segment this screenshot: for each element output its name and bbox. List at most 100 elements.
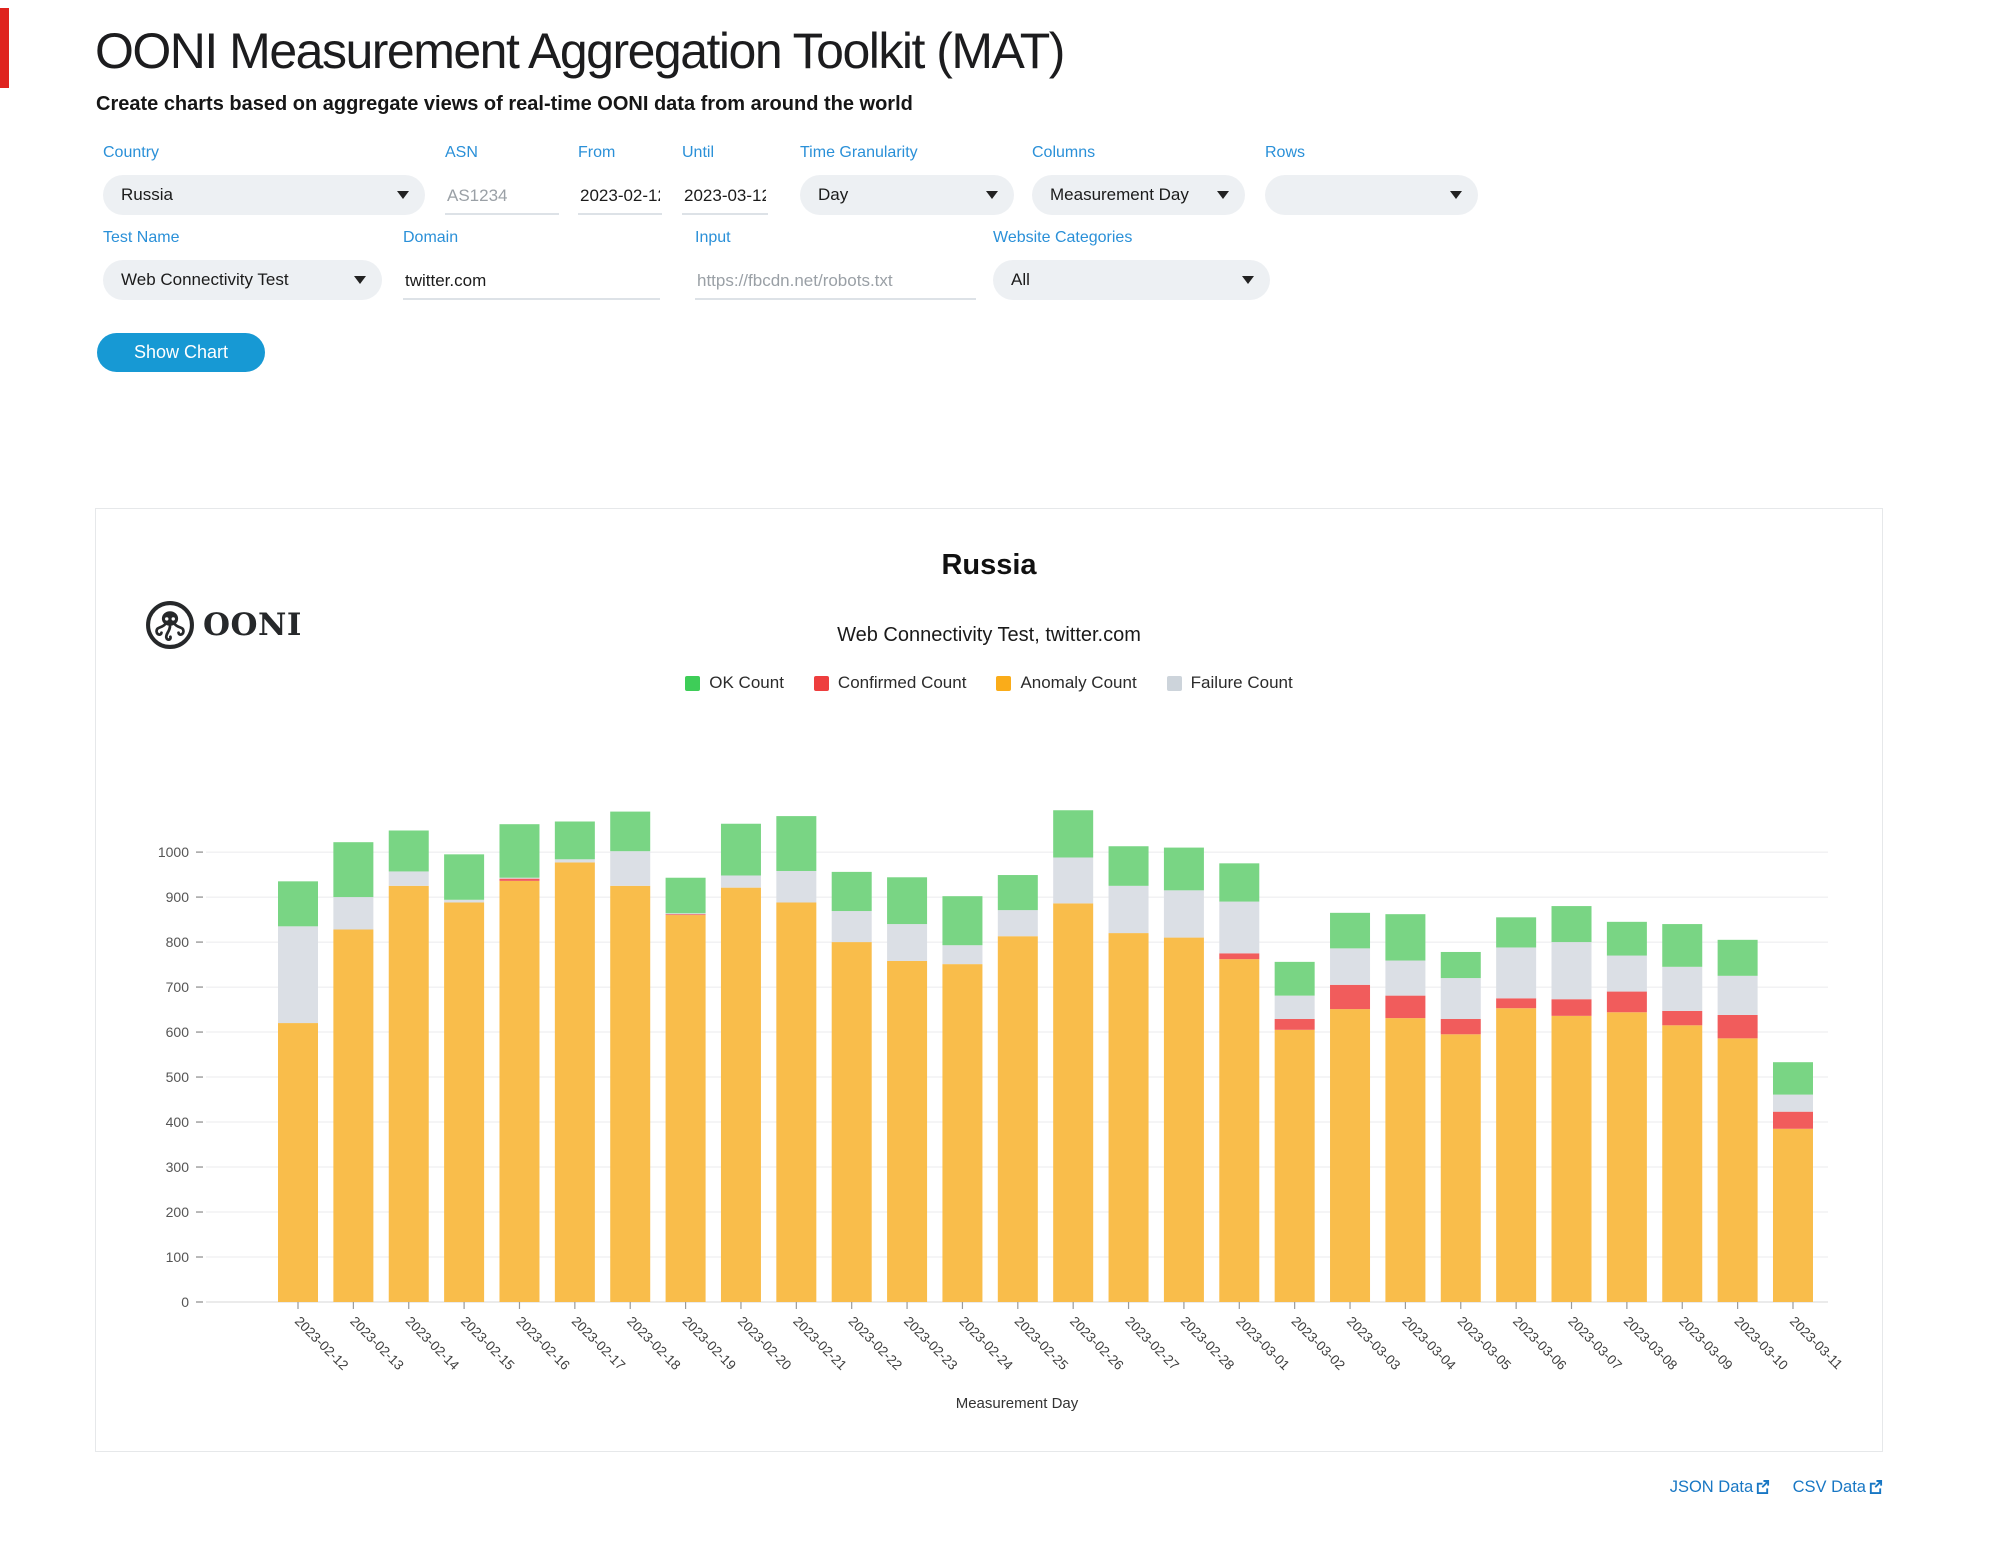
bar-segment[interactable]: [887, 924, 927, 961]
legend-item-ok[interactable]: OK Count: [685, 673, 784, 693]
country-select[interactable]: Russia: [103, 175, 425, 215]
bar-segment[interactable]: [1330, 1009, 1370, 1302]
bar-segment[interactable]: [333, 842, 373, 897]
bar-segment[interactable]: [832, 872, 872, 911]
bar-segment[interactable]: [389, 830, 429, 871]
columns-select[interactable]: Measurement Day: [1032, 175, 1245, 215]
bar-segment[interactable]: [1552, 999, 1592, 1016]
asn-input[interactable]: [445, 175, 559, 215]
bar-segment[interactable]: [1773, 1112, 1813, 1129]
bar-segment[interactable]: [333, 929, 373, 1302]
bar-segment[interactable]: [1607, 1012, 1647, 1302]
bar-segment[interactable]: [1219, 863, 1259, 901]
bar-segment[interactable]: [666, 878, 706, 914]
bar-segment[interactable]: [1330, 948, 1370, 984]
bar-segment[interactable]: [998, 936, 1038, 1302]
bar-segment[interactable]: [499, 881, 539, 1302]
bar-segment[interactable]: [666, 913, 706, 914]
bar-segment[interactable]: [333, 897, 373, 929]
bar-segment[interactable]: [1275, 996, 1315, 1019]
bar-segment[interactable]: [721, 824, 761, 876]
bar-segment[interactable]: [1275, 1030, 1315, 1302]
bar-segment[interactable]: [1552, 942, 1592, 999]
bar-segment[interactable]: [1164, 890, 1204, 937]
bar-segment[interactable]: [887, 877, 927, 924]
bar-segment[interactable]: [1385, 914, 1425, 960]
bar-segment[interactable]: [1275, 962, 1315, 996]
bar-segment[interactable]: [1053, 857, 1093, 903]
bar-segment[interactable]: [776, 902, 816, 1302]
legend-item-failure[interactable]: Failure Count: [1167, 673, 1293, 693]
bar-segment[interactable]: [555, 859, 595, 862]
bar-segment[interactable]: [1773, 1062, 1813, 1094]
bar-segment[interactable]: [499, 824, 539, 878]
bar-segment[interactable]: [832, 942, 872, 1302]
bar-segment[interactable]: [1219, 902, 1259, 954]
bar-segment[interactable]: [1441, 952, 1481, 978]
csv-data-link[interactable]: CSV Data: [1793, 1478, 1883, 1496]
bar-segment[interactable]: [942, 896, 982, 945]
bar-segment[interactable]: [1219, 953, 1259, 959]
bar-segment[interactable]: [1053, 903, 1093, 1302]
bar-segment[interactable]: [1330, 985, 1370, 1009]
bar-segment[interactable]: [1109, 886, 1149, 933]
bar-segment[interactable]: [998, 910, 1038, 936]
bar-segment[interactable]: [1219, 959, 1259, 1302]
bar-segment[interactable]: [499, 879, 539, 881]
bar-segment[interactable]: [1662, 924, 1702, 967]
bar-segment[interactable]: [1441, 1019, 1481, 1034]
bar-segment[interactable]: [1385, 996, 1425, 1018]
bar-segment[interactable]: [721, 888, 761, 1302]
bar-segment[interactable]: [1607, 992, 1647, 1013]
bar-segment[interactable]: [776, 871, 816, 902]
bar-segment[interactable]: [444, 900, 484, 903]
bar-segment[interactable]: [1718, 940, 1758, 976]
bar-segment[interactable]: [1496, 998, 1536, 1008]
bar-segment[interactable]: [1607, 922, 1647, 956]
bar-segment[interactable]: [666, 914, 706, 915]
json-data-link[interactable]: JSON Data: [1670, 1478, 1770, 1496]
bar-segment[interactable]: [1496, 917, 1536, 947]
from-date-input[interactable]: [578, 175, 662, 215]
bar-segment[interactable]: [1718, 976, 1758, 1015]
bar-segment[interactable]: [389, 871, 429, 885]
until-date-input[interactable]: [682, 175, 768, 215]
domain-input[interactable]: [403, 260, 660, 300]
bar-segment[interactable]: [942, 945, 982, 964]
bar-segment[interactable]: [1441, 978, 1481, 1019]
bar-segment[interactable]: [1053, 810, 1093, 857]
bar-segment[interactable]: [1164, 938, 1204, 1302]
bar-segment[interactable]: [1662, 967, 1702, 1011]
bar-segment[interactable]: [1662, 1011, 1702, 1025]
bar-segment[interactable]: [1718, 1038, 1758, 1302]
bar-segment[interactable]: [555, 862, 595, 1302]
bar-segment[interactable]: [1385, 1018, 1425, 1302]
bar-segment[interactable]: [1496, 947, 1536, 998]
bar-segment[interactable]: [887, 961, 927, 1302]
legend-item-anomaly[interactable]: Anomaly Count: [996, 673, 1136, 693]
input-url-input[interactable]: [695, 260, 976, 300]
bar-segment[interactable]: [832, 911, 872, 942]
bar-segment[interactable]: [1552, 1016, 1592, 1302]
rows-select[interactable]: [1265, 175, 1478, 215]
bar-segment[interactable]: [389, 886, 429, 1302]
bar-segment[interactable]: [610, 812, 650, 852]
bar-segment[interactable]: [444, 854, 484, 899]
bar-segment[interactable]: [1662, 1025, 1702, 1302]
test-name-select[interactable]: Web Connectivity Test: [103, 260, 382, 300]
bar-segment[interactable]: [1773, 1129, 1813, 1302]
legend-item-confirmed[interactable]: Confirmed Count: [814, 673, 967, 693]
bar-segment[interactable]: [1773, 1095, 1813, 1112]
bar-segment[interactable]: [1385, 961, 1425, 996]
bar-segment[interactable]: [721, 875, 761, 887]
bar-segment[interactable]: [1607, 956, 1647, 992]
show-chart-button[interactable]: Show Chart: [97, 333, 265, 372]
bar-segment[interactable]: [1164, 848, 1204, 891]
bar-segment[interactable]: [610, 886, 650, 1302]
bar-segment[interactable]: [278, 1023, 318, 1302]
bar-segment[interactable]: [444, 902, 484, 1302]
bar-segment[interactable]: [1275, 1019, 1315, 1030]
bar-segment[interactable]: [555, 821, 595, 859]
bar-segment[interactable]: [1441, 1034, 1481, 1302]
bar-segment[interactable]: [1552, 906, 1592, 942]
